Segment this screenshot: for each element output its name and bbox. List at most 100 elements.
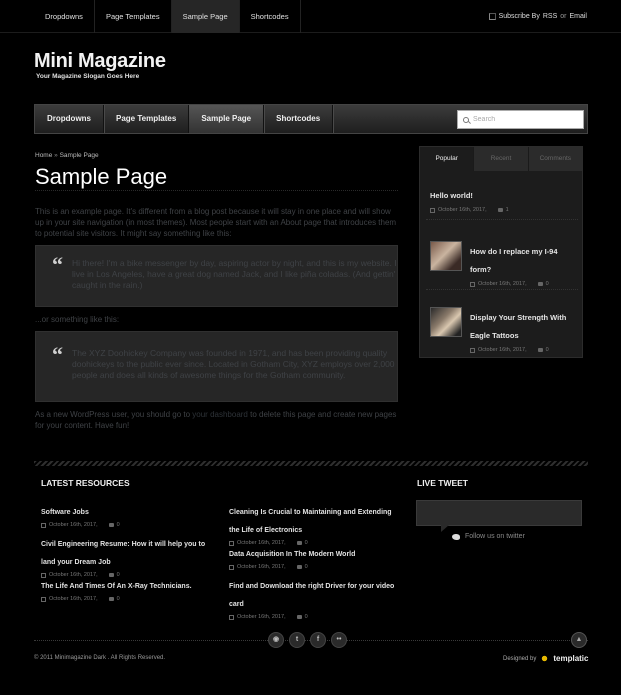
comment-icon xyxy=(296,565,302,569)
intro-paragraph: This is an example page. It's different … xyxy=(35,207,397,238)
resource-item: The Life And Times Of An X-Ray Technicia… xyxy=(41,575,211,602)
top-bar: Dropdowns Page Templates Sample Page Sho… xyxy=(0,0,621,33)
designed-by: Designed by templatic xyxy=(503,654,588,663)
popular-post-title[interactable]: Hello world! xyxy=(430,191,473,200)
post-thumbnail[interactable] xyxy=(430,241,462,271)
section-divider xyxy=(34,461,588,466)
breadcrumb: Home » Sample Page xyxy=(35,152,99,159)
comment-count[interactable]: 0 xyxy=(117,522,120,528)
popular-post-title[interactable]: Display Your Strength With Eagle Tattoos xyxy=(470,313,566,340)
resource-date: October 16th, 2017, xyxy=(237,564,286,570)
calendar-icon xyxy=(41,596,46,602)
resource-item: Software Jobs October 16th, 2017, 0 xyxy=(41,501,211,528)
search-input[interactable] xyxy=(473,116,573,123)
post-date: October 16th, 2017, xyxy=(478,281,527,287)
resource-meta: October 16th, 2017, 0 xyxy=(41,596,211,602)
flickr-icon[interactable]: •• xyxy=(331,632,347,648)
facebook-icon[interactable]: f xyxy=(310,632,326,648)
resource-title[interactable]: Find and Download the right Driver for y… xyxy=(229,583,394,608)
comment-icon xyxy=(537,282,543,286)
post-meta: October 16th, 2017, 1 xyxy=(430,207,576,213)
main-nav-dropdowns[interactable]: Dropdowns xyxy=(35,105,104,133)
popular-post: Hello world! October 16th, 2017, 1 xyxy=(430,185,576,213)
subscribe-email-link[interactable]: Email xyxy=(569,0,587,33)
popular-post: How do I replace my I-94 form? October 1… xyxy=(430,241,576,287)
comment-count[interactable]: 0 xyxy=(546,347,549,353)
dashboard-link[interactable]: your dashboard xyxy=(192,410,248,419)
follow-twitter: Follow us on twitter xyxy=(452,533,525,540)
subscribe-rss-link[interactable]: RSS xyxy=(543,0,557,33)
resource-meta: October 16th, 2017, 0 xyxy=(229,614,399,620)
comment-count[interactable]: 0 xyxy=(546,281,549,287)
quote-icon: “ xyxy=(52,342,63,367)
blockquote-2: “ The XYZ Doohickey Company was founded … xyxy=(35,331,398,402)
tab-popular[interactable]: Popular xyxy=(420,147,474,171)
site-slogan: Your Magazine Slogan Goes Here xyxy=(36,73,140,80)
page-title: Sample Page xyxy=(35,164,168,189)
calendar-icon xyxy=(470,281,475,287)
tab-recent[interactable]: Recent xyxy=(473,147,528,171)
top-nav-shortcodes[interactable]: Shortcodes xyxy=(240,0,301,33)
post-meta: October 16th, 2017, 0 xyxy=(470,281,576,287)
comment-icon xyxy=(497,208,503,212)
comment-count[interactable]: 1 xyxy=(506,207,509,213)
tab-comments[interactable]: Comments xyxy=(527,147,582,171)
resource-item: Cleaning Is Crucial to Maintaining and E… xyxy=(229,501,399,546)
blockquote-2-text: The XYZ Doohickey Company was founded in… xyxy=(72,348,395,380)
calendar-icon xyxy=(470,347,475,353)
breadcrumb-separator: » xyxy=(54,152,58,159)
latest-resources-heading: LATEST RESOURCES xyxy=(41,478,130,488)
resource-title[interactable]: Software Jobs xyxy=(41,509,89,516)
top-nav-page-templates[interactable]: Page Templates xyxy=(95,0,172,33)
post-date: October 16th, 2017, xyxy=(478,347,527,353)
resource-title[interactable]: Civil Engineering Resume: How it will he… xyxy=(41,541,205,566)
designed-by-label: Designed by xyxy=(503,655,537,662)
sidebar-divider xyxy=(426,219,578,220)
resource-title[interactable]: The Life And Times Of An X-Ray Technicia… xyxy=(41,583,192,590)
comment-count[interactable]: 0 xyxy=(305,564,308,570)
top-nav-dropdowns[interactable]: Dropdowns xyxy=(34,0,95,33)
top-nav-sample-page[interactable]: Sample Page xyxy=(171,0,240,33)
subscribe-or: or xyxy=(560,13,567,20)
closing-text-1: As a new WordPress user, you should go t… xyxy=(35,410,193,419)
main-nav-sample-page[interactable]: Sample Page xyxy=(189,105,265,133)
middle-paragraph: ...or something like this: xyxy=(35,315,120,324)
title-divider xyxy=(35,190,398,191)
resource-date: October 16th, 2017, xyxy=(49,596,98,602)
closing-paragraph: As a new WordPress user, you should go t… xyxy=(35,409,398,431)
main-nav-shortcodes[interactable]: Shortcodes xyxy=(264,105,334,133)
popular-post: Display Your Strength With Eagle Tattoos… xyxy=(430,307,576,353)
subscribe-label: Subscribe By xyxy=(498,13,540,20)
copyright: © 2011 Minimagazine Dark . All Rights Re… xyxy=(34,655,166,661)
sidebar-tabs: Popular Recent Comments xyxy=(420,147,582,171)
resource-title[interactable]: Data Acquisition In The Modern World xyxy=(229,551,355,558)
twitter-icon[interactable]: t xyxy=(289,632,305,648)
post-date: October 16th, 2017, xyxy=(438,207,487,213)
resource-title[interactable]: Cleaning Is Crucial to Maintaining and E… xyxy=(229,509,392,534)
back-to-top-icon[interactable]: ▲ xyxy=(571,632,587,648)
comment-count[interactable]: 0 xyxy=(117,596,120,602)
resource-date: October 16th, 2017, xyxy=(237,614,286,620)
follow-twitter-link[interactable]: Follow us on twitter xyxy=(465,533,525,540)
search-icon[interactable] xyxy=(463,116,469,123)
comment-count[interactable]: 0 xyxy=(305,614,308,620)
quote-icon: “ xyxy=(52,252,63,277)
resource-item: Find and Download the right Driver for y… xyxy=(229,575,399,620)
main-nav-page-templates[interactable]: Page Templates xyxy=(104,105,190,133)
resource-meta: October 16th, 2017, 0 xyxy=(41,522,211,528)
templatic-link[interactable]: templatic xyxy=(553,654,588,663)
calendar-icon xyxy=(430,207,435,213)
post-thumbnail[interactable] xyxy=(430,307,462,337)
comment-icon xyxy=(296,615,302,619)
rss-icon xyxy=(488,13,496,20)
site-logo[interactable]: Mini Magazine xyxy=(34,50,166,73)
comment-icon xyxy=(108,523,114,527)
social-icons: ◉ t f •• xyxy=(268,632,347,648)
popular-post-title[interactable]: How do I replace my I-94 form? xyxy=(470,247,558,274)
breadcrumb-home[interactable]: Home xyxy=(35,152,52,159)
post-meta: October 16th, 2017, 0 xyxy=(470,347,576,353)
templatic-logo-icon xyxy=(540,654,550,663)
blockquote-1-text: Hi there! I'm a bike messenger by day, a… xyxy=(72,258,397,290)
rss-icon[interactable]: ◉ xyxy=(268,632,284,648)
calendar-icon xyxy=(41,522,46,528)
